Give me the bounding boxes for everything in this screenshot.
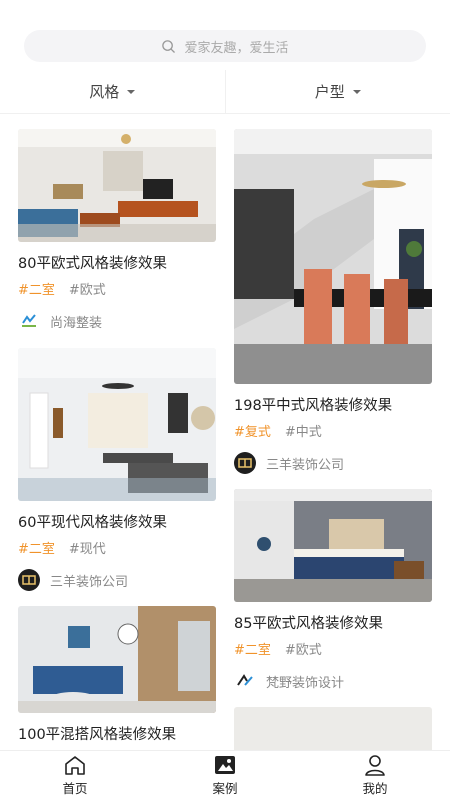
case-title: 100平混搭风格装修效果 bbox=[18, 727, 177, 743]
case-photo bbox=[18, 129, 216, 242]
style-filter-label: 风格 bbox=[89, 83, 120, 101]
tab-cases-label: 案例 bbox=[212, 781, 238, 796]
search-placeholder: 爱家友趣，爱生活 bbox=[184, 40, 289, 56]
tag-room: #二室 bbox=[18, 283, 55, 298]
case-title: 60平现代风格装修效果 bbox=[18, 515, 167, 531]
case-photo bbox=[234, 489, 432, 602]
case-card[interactable]: 60平现代风格装修效果 #二室 #现代 三羊装饰公司 bbox=[18, 348, 216, 606]
layout-filter-label: 户型 bbox=[314, 83, 345, 101]
company-row: 梵野装饰设计 bbox=[234, 670, 432, 692]
company-name: 尚海整装 bbox=[50, 315, 103, 331]
case-photo bbox=[18, 606, 216, 713]
company-row: 尚海整装 bbox=[18, 310, 216, 332]
company-row: 三羊装饰公司 bbox=[18, 569, 216, 591]
tab-home-label: 首页 bbox=[62, 781, 88, 796]
case-card[interactable]: 80平欧式风格装修效果 #二室 #欧式 尚海整装 bbox=[18, 129, 216, 348]
right-column: 198平中式风格装修效果 #复式 #中式 三羊装饰公司 85平欧式风格装修效果 … bbox=[234, 129, 432, 767]
caret-down-icon bbox=[352, 89, 361, 94]
search-icon bbox=[162, 39, 176, 53]
company-logo-icon bbox=[18, 310, 40, 332]
tag-room: #二室 bbox=[18, 542, 55, 557]
company-row: 三羊装饰公司 bbox=[234, 452, 432, 474]
company-name: 三羊装饰公司 bbox=[266, 457, 345, 473]
user-icon bbox=[365, 755, 385, 776]
tab-cases[interactable]: 案例 bbox=[150, 751, 300, 800]
tab-profile[interactable]: 我的 bbox=[300, 751, 450, 800]
case-tags: #复式 #中式 bbox=[234, 424, 432, 442]
case-tags: #二室 #欧式 bbox=[18, 282, 216, 300]
left-column: 80平欧式风格装修效果 #二室 #欧式 尚海整装 60平现代风格装修效果 #二室… bbox=[18, 129, 216, 745]
picture-icon bbox=[215, 756, 235, 774]
case-card[interactable]: 198平中式风格装修效果 #复式 #中式 三羊装饰公司 bbox=[234, 129, 432, 489]
company-logo-icon bbox=[234, 452, 256, 474]
bottom-tab-bar: 首页 案例 我的 bbox=[0, 750, 450, 800]
case-photo bbox=[234, 129, 432, 384]
company-name: 梵野装饰设计 bbox=[266, 675, 345, 691]
case-photo bbox=[18, 348, 216, 501]
caret-down-icon bbox=[127, 89, 136, 94]
tab-profile-label: 我的 bbox=[362, 781, 388, 796]
tag-style: #现代 bbox=[68, 542, 106, 557]
company-logo-icon bbox=[18, 569, 40, 591]
tag-room: #复式 bbox=[234, 425, 271, 440]
case-title: 80平欧式风格装修效果 bbox=[18, 256, 167, 272]
home-icon bbox=[65, 756, 85, 775]
company-name: 三羊装饰公司 bbox=[50, 574, 129, 590]
tag-style: #欧式 bbox=[284, 643, 322, 658]
style-filter[interactable]: 风格 bbox=[0, 70, 225, 113]
case-card[interactable]: 85平欧式风格装修效果 #二室 #欧式 梵野装饰设计 bbox=[234, 489, 432, 707]
layout-filter[interactable]: 户型 bbox=[224, 70, 450, 113]
tab-home[interactable]: 首页 bbox=[0, 751, 150, 800]
tag-style: #欧式 bbox=[68, 283, 106, 298]
company-logo-icon bbox=[234, 670, 256, 692]
tag-style: #中式 bbox=[284, 425, 322, 440]
case-card[interactable]: 100平混搭风格装修效果 bbox=[18, 606, 216, 745]
tag-room: #二室 bbox=[234, 643, 271, 658]
search-bar[interactable]: 爱家友趣，爱生活 bbox=[24, 30, 426, 62]
case-title: 198平中式风格装修效果 bbox=[234, 398, 393, 414]
case-title: 85平欧式风格装修效果 bbox=[234, 616, 383, 632]
case-tags: #二室 #现代 bbox=[18, 541, 216, 559]
case-tags: #二室 #欧式 bbox=[234, 642, 432, 660]
filter-bar: 风格 户型 bbox=[0, 70, 450, 114]
